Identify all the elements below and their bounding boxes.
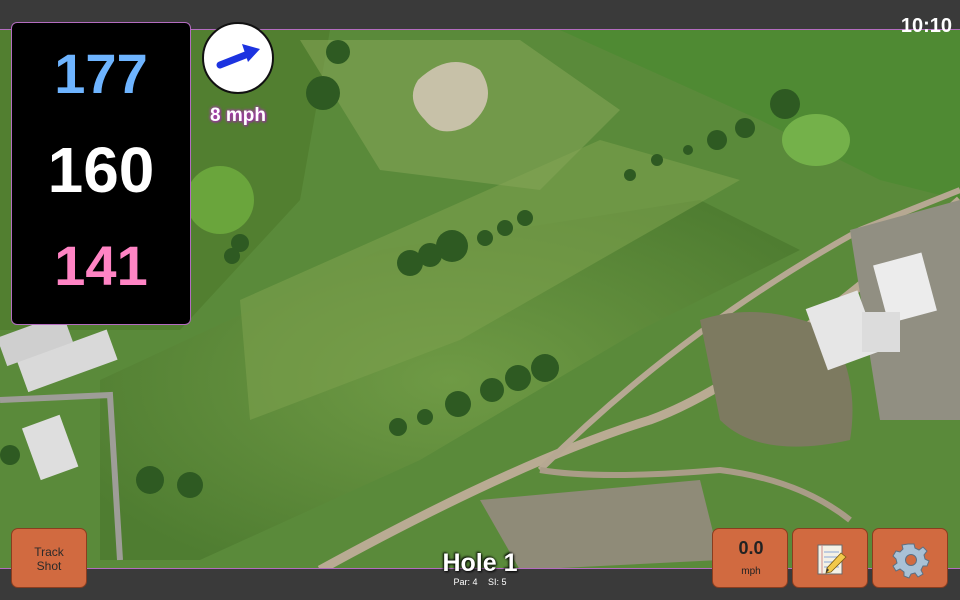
hole-meta: Par: 4 SI: 5: [380, 577, 580, 587]
wind-speed: 8 mph: [210, 105, 266, 126]
hole-title: Hole 1: [442, 549, 518, 577]
speed-value: 0.0: [738, 538, 764, 558]
notes-button[interactable]: [792, 528, 868, 588]
middle-distance: 160: [47, 134, 155, 206]
track-shot-label-line1: Track: [34, 545, 64, 559]
front-distance: 141: [54, 234, 148, 297]
back-distance: 177: [54, 42, 148, 105]
track-shot-button[interactable]: Track Shot: [11, 528, 87, 588]
track-shot-label-line2: Shot: [36, 559, 62, 573]
notepad-icon: [817, 544, 847, 575]
wind-dial: [202, 22, 274, 94]
hole-par: Par: 4: [453, 577, 478, 587]
distance-panel: 177 160 141: [11, 22, 191, 325]
settings-button[interactable]: [872, 528, 948, 588]
status-clock: 10:10: [900, 15, 952, 37]
wind-direction-arrow-icon: [216, 44, 260, 69]
gear-icon: [892, 543, 930, 579]
hole-stroke-index: SI: 5: [488, 577, 507, 587]
speed-button[interactable]: 0.0 mph: [712, 528, 788, 588]
speed-unit: mph: [741, 566, 761, 577]
